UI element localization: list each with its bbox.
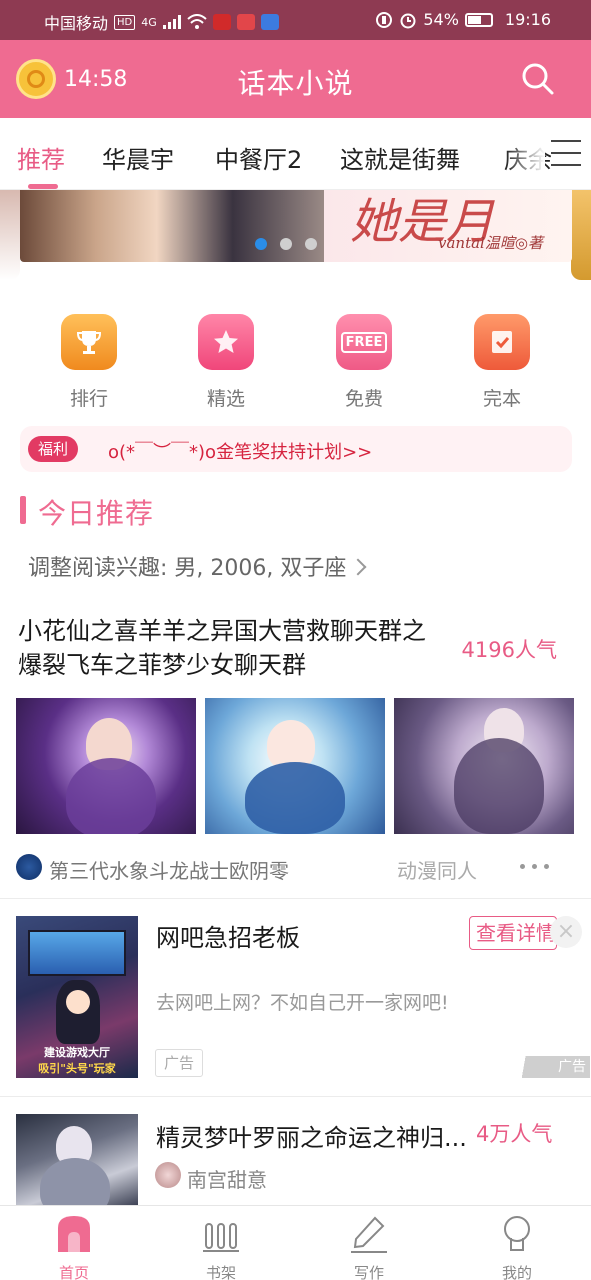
nav-label: 写作 xyxy=(353,1264,384,1280)
app-bar: 14:58 话本小说 xyxy=(0,40,591,118)
trophy-icon xyxy=(61,314,117,370)
banner-photo xyxy=(20,190,324,262)
news-app-icon xyxy=(212,14,231,30)
category-tabs: 推荐 华晨宇 中餐厅2 这就是街舞 庆余 xyxy=(0,118,591,190)
nav-profile[interactable]: 我的 xyxy=(477,1214,557,1280)
banner-carousel[interactable]: 她是月 vantal温暄◎著 xyxy=(20,190,572,262)
genre-label: 动漫同人 xyxy=(397,859,477,883)
book-illustration[interactable] xyxy=(205,698,385,834)
ad-label: 广告 xyxy=(155,1049,203,1077)
nav-home[interactable]: 首页 xyxy=(34,1214,114,1280)
quick-entry-label: 完本 xyxy=(482,388,521,410)
divider xyxy=(0,898,591,899)
quick-entry-ranking[interactable]: 排行 xyxy=(49,314,129,411)
active-tab-indicator xyxy=(28,184,58,189)
huawei-app-icon xyxy=(236,14,255,30)
ad-cover-caption: 建设游戏大厅 xyxy=(44,1046,110,1059)
quick-entry-label: 精选 xyxy=(206,388,245,410)
reading-interest-text: 调整阅读兴趣: 男, 2006, 双子座 xyxy=(28,556,347,581)
welfare-banner[interactable]: 福利 o(*￣︶￣*)o金笔奖扶持计划>> xyxy=(20,426,572,472)
reading-interest-link[interactable]: 调整阅读兴趣: 男, 2006, 双子座 xyxy=(28,550,367,582)
check-book-icon xyxy=(474,314,530,370)
quick-entry-featured[interactable]: 精选 xyxy=(186,314,266,411)
author-avatar xyxy=(16,854,42,880)
banner-prev-peek[interactable] xyxy=(0,190,20,280)
carousel-dots xyxy=(255,238,317,250)
signal-icon xyxy=(162,15,181,29)
app-title: 话本小说 xyxy=(237,67,354,100)
ad-description: 去网吧上网？不如自己开一家网吧! xyxy=(156,992,449,1014)
profile-icon xyxy=(499,1214,535,1254)
bookshelf-icon xyxy=(203,1214,239,1254)
quick-entry-completed[interactable]: 完本 xyxy=(462,314,542,411)
ad-cover-image[interactable]: 建设游戏大厅 吸引"头号"玩家 xyxy=(16,916,138,1078)
carousel-dot[interactable] xyxy=(255,238,267,250)
carrier-name: 中国移动 xyxy=(44,14,109,33)
section-title: 今日推荐 xyxy=(38,497,155,530)
pen-icon xyxy=(351,1214,387,1254)
wifi-icon xyxy=(187,14,207,29)
banner-author-text: vantal温暄◎著 xyxy=(438,234,543,252)
home-icon xyxy=(56,1214,92,1254)
tab-fade xyxy=(505,128,545,180)
book-title[interactable]: 精灵梦叶罗丽之命运之神归... xyxy=(156,1118,467,1153)
nav-label: 我的 xyxy=(501,1264,532,1280)
welfare-text: o(*￣︶￣*)o金笔奖扶持计划>> xyxy=(108,442,373,463)
popularity-count: 4196人气 xyxy=(461,638,557,662)
network-type: 4G xyxy=(141,15,157,29)
author-avatar xyxy=(155,1162,181,1188)
battery-percent: 54% xyxy=(423,10,459,29)
nav-label: 书架 xyxy=(205,1264,236,1280)
nav-bookshelf[interactable]: 书架 xyxy=(181,1214,261,1280)
book-illustration[interactable] xyxy=(394,698,574,834)
nav-write[interactable]: 写作 xyxy=(329,1214,409,1280)
alarm-icon xyxy=(400,13,416,28)
tab-zhongcanting2[interactable]: 中餐厅2 xyxy=(215,140,302,175)
hd-badge: HD xyxy=(114,14,136,30)
free-tag-icon: FREE xyxy=(336,314,392,370)
welfare-tag: 福利 xyxy=(28,436,79,462)
ad-cover-caption: 吸引"头号"玩家 xyxy=(38,1062,116,1075)
status-time: 19:16 xyxy=(504,10,551,29)
quick-entry-free[interactable]: FREE 免费 xyxy=(324,314,404,411)
book-illustration[interactable] xyxy=(16,698,196,834)
vibrate-icon xyxy=(376,11,393,28)
chevron-right-icon xyxy=(349,558,367,576)
music-app-icon xyxy=(260,14,279,30)
tab-hua-chenyu[interactable]: 华晨宇 xyxy=(102,140,174,175)
section-accent-bar xyxy=(20,496,26,524)
banner-next-peek[interactable] xyxy=(571,190,591,280)
tab-street-dance[interactable]: 这就是街舞 xyxy=(340,140,460,175)
tab-recommend[interactable]: 推荐 xyxy=(17,140,65,175)
carousel-dot[interactable] xyxy=(280,238,292,250)
book-title[interactable]: 小花仙之喜羊羊之异国大营救聊天群之爆裂飞车之菲梦少女聊天群 xyxy=(18,614,438,682)
menu-icon[interactable] xyxy=(551,140,581,166)
nav-label: 首页 xyxy=(58,1264,89,1280)
status-bar: 中国移动 HD 4G 54% 19:16 xyxy=(0,0,591,40)
author-name[interactable]: 南宫甜意 xyxy=(187,1164,267,1193)
view-details-button[interactable]: 查看详情 xyxy=(469,916,557,950)
author-name[interactable]: 第三代水象斗龙战士欧阴零 xyxy=(49,855,289,884)
quick-entry-label: 排行 xyxy=(69,388,108,410)
battery-icon xyxy=(464,12,493,27)
bottom-navigation: 首页 书架 写作 我的 xyxy=(0,1205,591,1280)
free-tag-text: FREE xyxy=(340,331,388,353)
popularity-count: 4万人气 xyxy=(476,1122,553,1146)
divider xyxy=(0,1096,591,1097)
ad-corner-badge: 广告 xyxy=(518,1056,590,1078)
more-options-icon[interactable] xyxy=(520,864,549,869)
ad-title[interactable]: 网吧急招老板 xyxy=(156,918,300,953)
search-icon[interactable] xyxy=(521,62,555,96)
carousel-dot[interactable] xyxy=(305,238,317,250)
book-cover[interactable] xyxy=(16,1114,138,1206)
close-icon[interactable]: × xyxy=(550,916,582,948)
star-icon xyxy=(198,314,254,370)
quick-entry-label: 免费 xyxy=(344,388,383,410)
